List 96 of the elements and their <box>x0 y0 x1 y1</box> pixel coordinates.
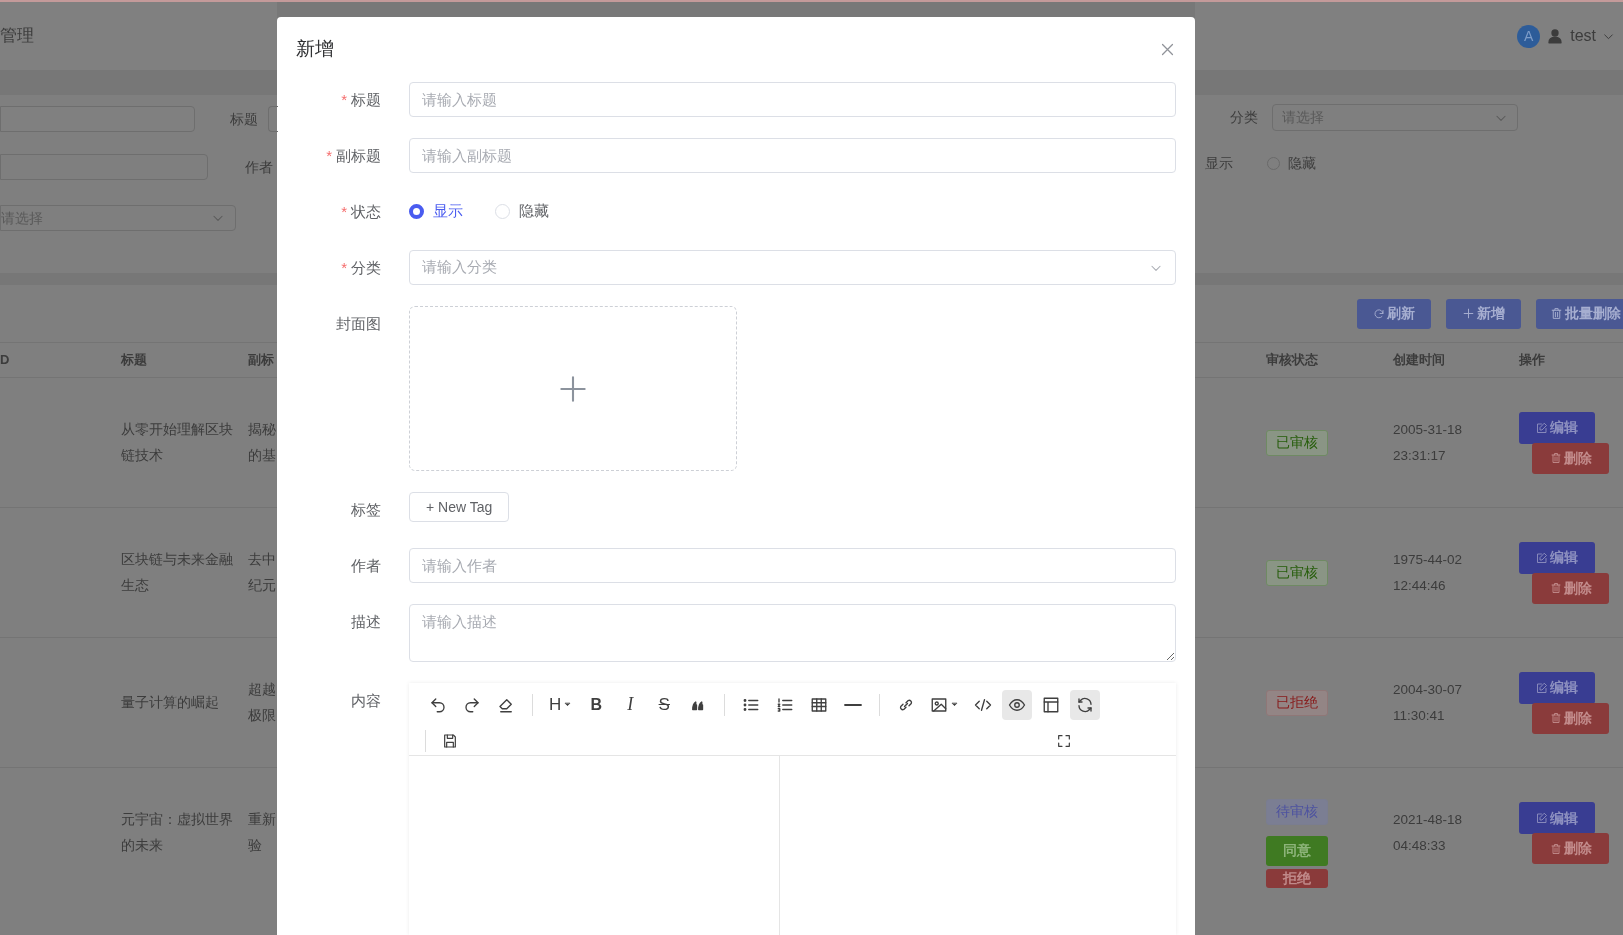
plus-icon <box>1462 307 1475 320</box>
status-tag: 已审核 <box>1266 559 1328 586</box>
table-cell-text: 超越 极限 <box>248 680 277 725</box>
field-label: 标题 <box>230 109 258 129</box>
refresh-icon <box>1373 307 1385 320</box>
edit-icon <box>1536 681 1548 694</box>
required-mark: * <box>341 259 347 276</box>
new-tag-button[interactable]: + New Tag <box>409 492 510 522</box>
trash-icon <box>1549 452 1562 464</box>
table-cell-text: 揭秘 的基 <box>248 420 277 465</box>
refresh-button[interactable]: 刷新 <box>1357 298 1431 329</box>
close-icon <box>1159 41 1176 58</box>
table-cell-text: 区块链与未来金融 生态 <box>121 550 234 595</box>
sync-icon <box>1076 695 1095 714</box>
delete-button[interactable]: 批量删除 <box>1536 298 1623 329</box>
required-mark: * <box>326 147 332 164</box>
horizontal-rule-icon <box>844 703 863 706</box>
caret-icon <box>950 700 960 709</box>
strike-button[interactable]: S <box>649 689 680 720</box>
redo-icon <box>463 695 481 714</box>
text-area[interactable]: 请输入描述 <box>409 604 1176 662</box>
column-header: 审核状态 <box>1266 351 1319 370</box>
table-cell-text: 2005-31-18 23:31:17 <box>1393 420 1464 465</box>
radio-button[interactable] <box>409 204 424 219</box>
table-cell-text: 2004-30-07 11:30:41 <box>1393 680 1464 725</box>
table-cell-text: 2021-48-18 04:48:33 <box>1393 811 1464 855</box>
radio-label: 显示 <box>1205 154 1233 173</box>
column-header: 创建时间 <box>1393 351 1446 370</box>
edit-icon <box>1536 812 1548 824</box>
bold-button[interactable]: B <box>581 689 612 720</box>
field-label: * 状态 <box>340 202 382 222</box>
field-label: * 副标题 <box>325 146 382 166</box>
column-header: 标题 <box>121 351 148 370</box>
edit-button[interactable]: 编辑 <box>1519 671 1595 704</box>
trash-icon <box>1549 842 1562 855</box>
table-cell-text: 1975-44-02 12:44:46 <box>1393 550 1464 595</box>
field-label: 描述 <box>350 612 382 632</box>
image-icon <box>930 695 949 714</box>
table-cell-text: 量子计算的崛起 <box>121 693 220 712</box>
edit-button[interactable]: 编辑 <box>1519 411 1595 444</box>
delete-button[interactable]: 删除 <box>1532 442 1609 474</box>
field-label: 封面图 <box>335 314 382 334</box>
required-mark: * <box>341 91 347 108</box>
avatar[interactable]: A <box>1517 24 1541 48</box>
column-header: D <box>0 351 11 370</box>
page-title: 管理 <box>0 25 34 48</box>
plus-icon <box>559 374 587 403</box>
radio-option[interactable]: 隐藏 <box>495 200 549 223</box>
field-label: * 标题 <box>340 90 382 110</box>
field-label: * 分类 <box>340 258 382 278</box>
column-header: 副标 <box>248 351 274 370</box>
required-mark: * <box>341 203 347 220</box>
add-button[interactable]: 新增 <box>1446 298 1521 329</box>
trash-icon <box>1549 582 1562 594</box>
agree-button[interactable]: 同意 <box>1266 835 1328 866</box>
caret-icon <box>563 700 573 709</box>
table-cell-text: 重新 验 <box>248 811 277 855</box>
table-cell-text: 元宇宙：虚拟世界 的未来 <box>121 811 234 855</box>
user-name[interactable]: test <box>1570 24 1596 48</box>
table-cell-text: 去中 纪元 <box>248 550 277 595</box>
edit-icon <box>1536 551 1548 564</box>
dialog-title: 新增 <box>296 37 334 62</box>
numbered-list-icon <box>776 695 795 714</box>
select-field[interactable]: 请输入分类 <box>409 250 1176 285</box>
layout-icon <box>1042 695 1061 714</box>
status-tag: 已拒绝 <box>1266 689 1328 716</box>
undo-icon <box>429 695 447 714</box>
close-button[interactable] <box>1159 41 1176 58</box>
heading-button[interactable]: H <box>544 689 578 720</box>
field-label: 内容 <box>350 691 382 711</box>
table-cell-text: 从零开始理解区块 链技术 <box>121 420 234 465</box>
reject-button[interactable]: 拒绝 <box>1266 868 1328 888</box>
trash-icon <box>1549 712 1562 724</box>
save-icon <box>442 732 458 749</box>
status-tag: 已审核 <box>1266 429 1328 456</box>
select-placeholder: 请输入分类 <box>422 257 497 278</box>
edit-button[interactable]: 编辑 <box>1519 541 1595 574</box>
delete-button[interactable]: 删除 <box>1532 572 1609 604</box>
field-label: 分类 <box>1230 108 1258 127</box>
preview-button[interactable] <box>1002 689 1033 720</box>
field-label: 标签 <box>350 500 382 520</box>
field-label: 作者 <box>350 556 382 576</box>
edit-button[interactable]: 编辑 <box>1519 802 1595 834</box>
field-label: 作者 <box>245 157 273 177</box>
user-icon <box>1546 27 1565 45</box>
italic-button[interactable]: I <box>615 689 646 720</box>
delete-button[interactable]: 删除 <box>1532 702 1609 734</box>
radio-label: 隐藏 <box>1288 154 1316 173</box>
edit-icon <box>1536 421 1548 434</box>
fullscreen-icon <box>1056 732 1072 749</box>
delete-button[interactable]: 删除 <box>1532 833 1609 864</box>
trash-icon <box>1550 307 1563 320</box>
radio-option[interactable]: 显示 <box>409 200 463 223</box>
column-header: 操作 <box>1519 351 1545 370</box>
sync-button[interactable] <box>1070 689 1101 720</box>
table-icon <box>810 695 829 714</box>
